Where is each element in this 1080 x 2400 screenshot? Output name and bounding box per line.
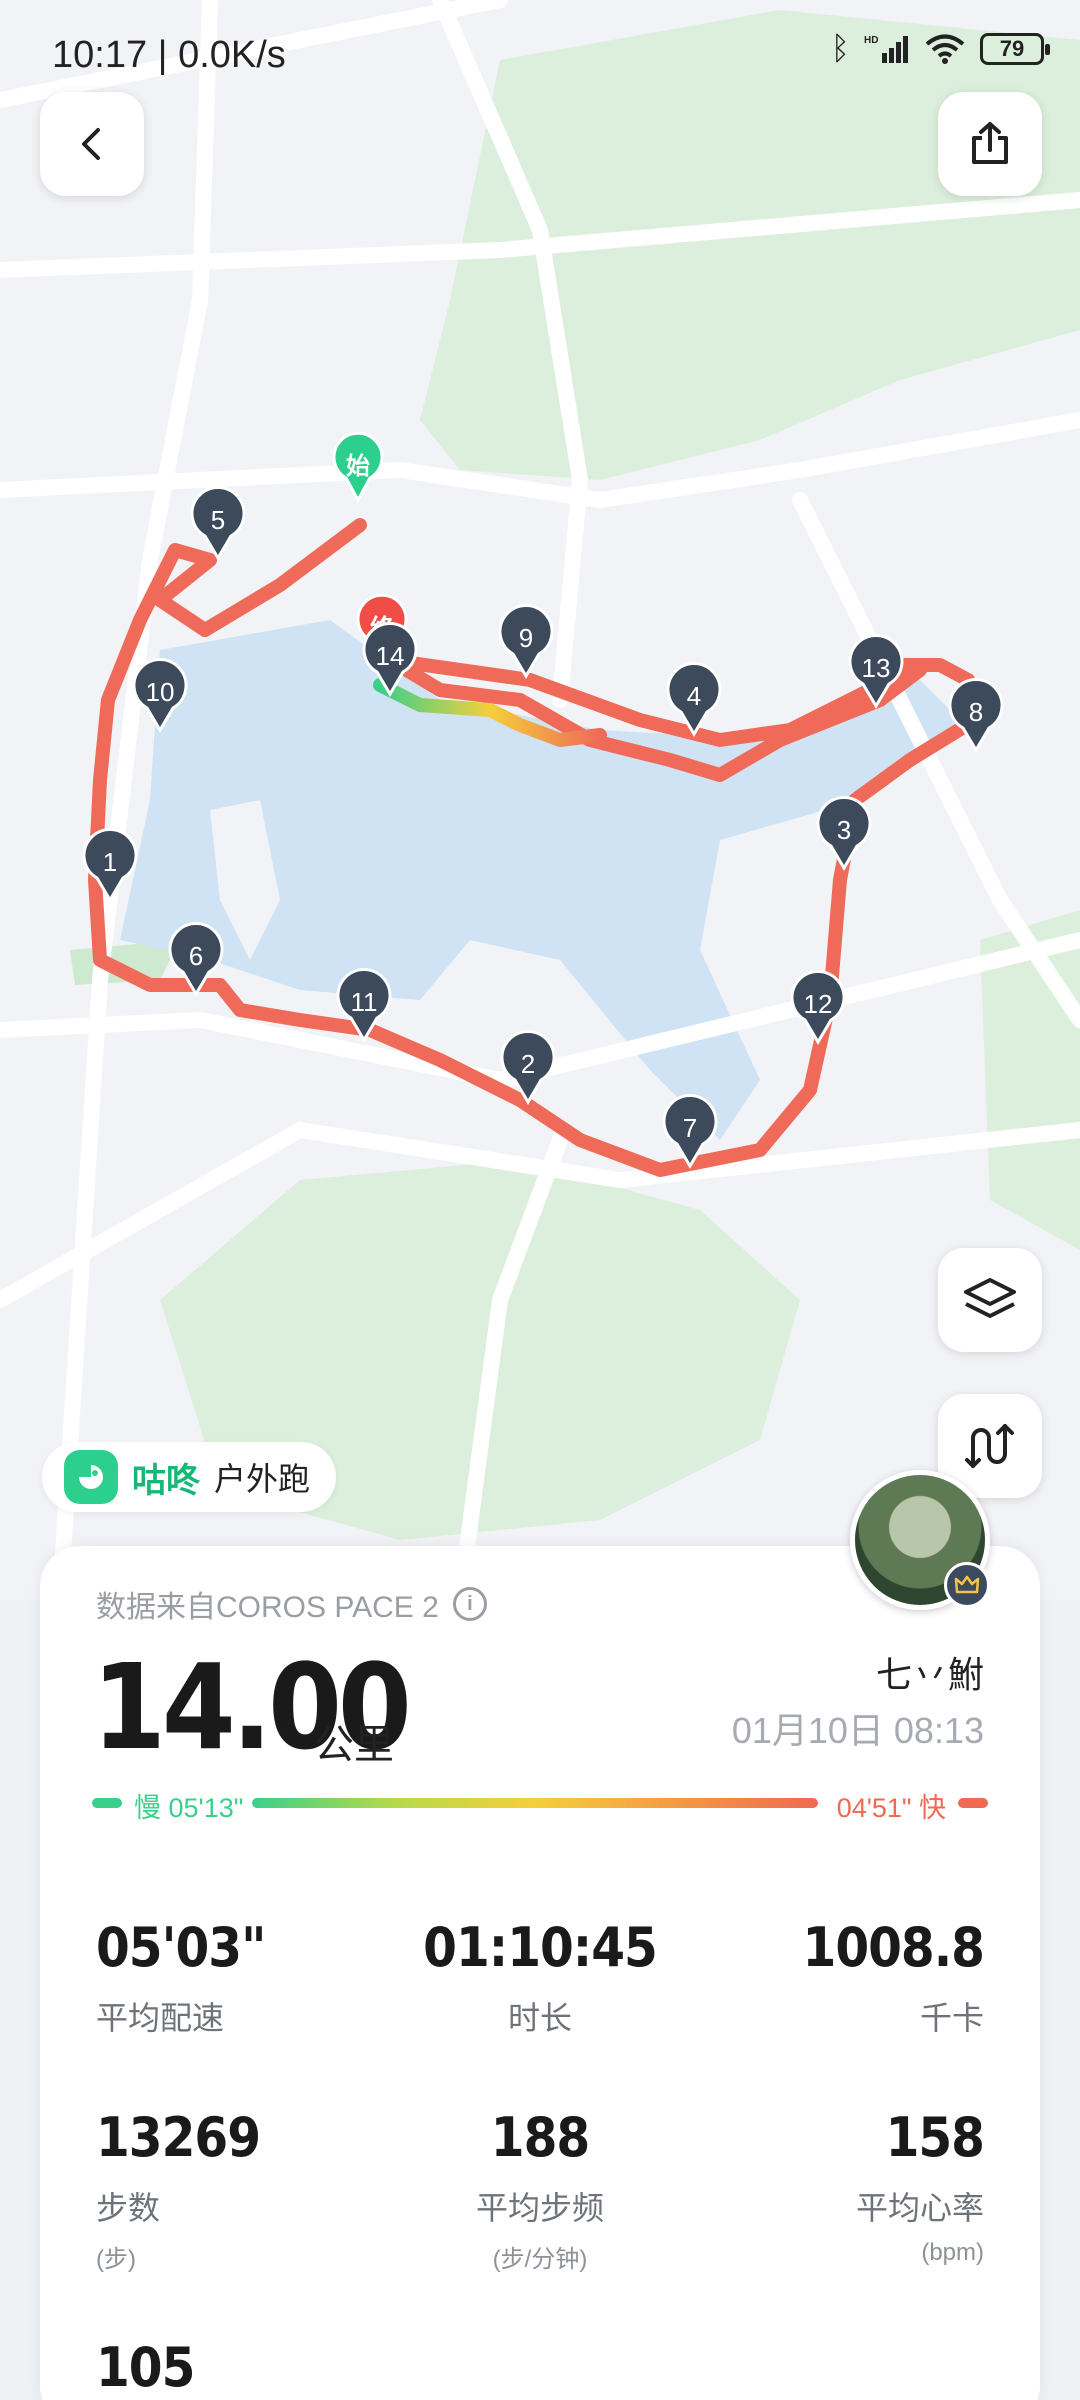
stat-duration: 01:10:45 时长 bbox=[390, 1916, 690, 2039]
km-marker-label: 14 bbox=[376, 641, 405, 671]
route-map[interactable]: 始终1234567891011121314 bbox=[0, 0, 1080, 1600]
pace-legend: 慢 05'13" 04'51" 快 bbox=[92, 1784, 988, 1824]
km-marker-label: 3 bbox=[837, 815, 851, 845]
fast-pace-dot bbox=[958, 1798, 988, 1808]
km-marker-label: 7 bbox=[683, 1113, 697, 1143]
stat-value: 188 bbox=[490, 2106, 590, 2169]
stat-value: 1008.8 bbox=[802, 1916, 985, 1979]
route-path-icon bbox=[965, 1424, 1014, 1468]
workout-datetime: 01月10日 08:13 bbox=[731, 1710, 984, 1751]
slow-pace-dot bbox=[92, 1798, 122, 1808]
stat-cadence: 188 平均步频 (步/分钟) bbox=[390, 2106, 690, 2274]
km-marker-label: 10 bbox=[146, 677, 175, 707]
stat-value: 13269 bbox=[96, 2106, 261, 2169]
username[interactable]: 七丷鮒 bbox=[876, 1646, 984, 1698]
stat-label: 平均步频 bbox=[475, 2190, 604, 2226]
slow-pace-label: 慢 05'13" bbox=[134, 1793, 244, 1823]
km-marker-label: 5 bbox=[211, 505, 225, 535]
info-icon[interactable]: i bbox=[452, 1587, 487, 1621]
chevron-left-icon bbox=[82, 128, 100, 160]
stat-label: 千卡 bbox=[919, 2000, 984, 2036]
stat-value: 05'03" bbox=[96, 1916, 266, 1979]
km-marker-label: 11 bbox=[351, 987, 378, 1017]
stat-calories: 1008.8 千卡 bbox=[684, 1916, 985, 2039]
km-marker-label: 13 bbox=[862, 653, 891, 683]
svg-text:HD: HD bbox=[864, 35, 878, 46]
app-name: 咕咚 bbox=[132, 1461, 200, 1500]
app-source-chip: 咕咚 户外跑 bbox=[42, 1442, 337, 1512]
pace-gradient-bar bbox=[252, 1798, 818, 1808]
km-marker-label: 8 bbox=[969, 697, 983, 727]
bluetooth-icon: ᛒ bbox=[830, 30, 850, 66]
distance-unit: 公里 bbox=[314, 1723, 394, 1767]
fast-pace-label: 04'51" 快 bbox=[836, 1793, 946, 1823]
crown-badge-icon bbox=[944, 1562, 990, 1608]
stat-unit: (bpm) bbox=[921, 2239, 984, 2266]
stat-heart-rate: 158 平均心率 (bpm) bbox=[684, 2106, 985, 2267]
stat-extra: 105 bbox=[96, 2336, 396, 2399]
data-source-text: 数据来自COROS PACE 2 bbox=[96, 1591, 439, 1624]
stat-label: 平均心率 bbox=[855, 2190, 984, 2226]
km-marker-label: 6 bbox=[189, 941, 203, 971]
stat-value: 158 bbox=[885, 2106, 985, 2169]
km-marker-label: 1 bbox=[103, 847, 117, 877]
stat-steps: 13269 步数 (步) bbox=[96, 2106, 396, 2274]
workout-summary-card: 数据来自COROS PACE 2 i 14.00 公里 七丷鮒 01月10日 0… bbox=[40, 1470, 1040, 2400]
stat-avg-pace: 05'03" 平均配速 bbox=[96, 1916, 396, 2039]
data-source: 数据来自COROS PACE 2 i bbox=[96, 1582, 487, 1626]
start-pin-label: 始 bbox=[346, 452, 370, 480]
signal-icon: HD bbox=[864, 35, 908, 63]
status-time: 10:17 | 0.0K/s bbox=[52, 34, 286, 76]
back-button[interactable] bbox=[40, 92, 144, 196]
stat-label: 平均配速 bbox=[96, 2000, 225, 2036]
stat-value: 01:10:45 bbox=[423, 1916, 658, 1979]
stat-unit: (步) bbox=[96, 2246, 136, 2273]
stat-label: 时长 bbox=[507, 2000, 572, 2036]
share-button[interactable] bbox=[938, 92, 1042, 196]
km-marker-label: 12 bbox=[804, 989, 833, 1019]
wifi-icon bbox=[925, 34, 965, 64]
stat-label: 步数 bbox=[96, 2190, 161, 2226]
battery-indicator: 79 bbox=[980, 32, 1050, 65]
activity-type: 户外跑 bbox=[214, 1461, 311, 1497]
map-layers-button[interactable] bbox=[938, 1248, 1042, 1352]
share-icon bbox=[972, 122, 1008, 164]
status-bar: 10:17 | 0.0K/s ᛒ HD 79 bbox=[0, 0, 1080, 110]
km-marker-label: 2 bbox=[521, 1049, 535, 1079]
km-marker-label: 9 bbox=[519, 623, 533, 653]
layers-icon bbox=[964, 1278, 1016, 1318]
km-marker-label: 4 bbox=[687, 681, 701, 711]
stat-value: 105 bbox=[96, 2336, 195, 2399]
stat-unit: (步/分钟) bbox=[492, 2246, 588, 2273]
codoon-logo-icon bbox=[64, 1450, 118, 1504]
